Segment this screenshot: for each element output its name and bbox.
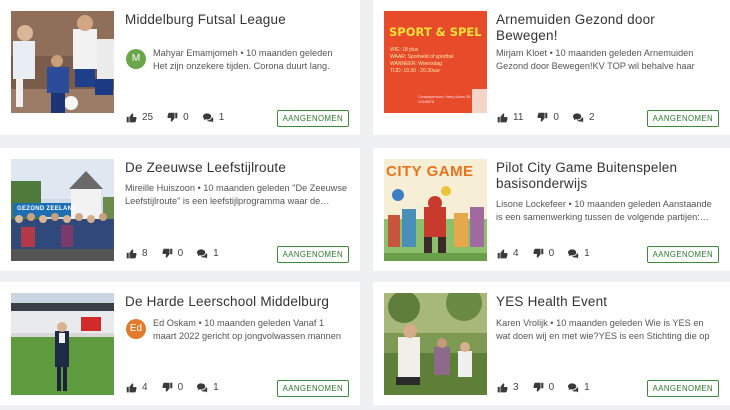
comments-icon bbox=[568, 248, 579, 258]
comment-count[interactable]: 2 bbox=[572, 112, 595, 123]
timestamp: 10 maanden geleden bbox=[204, 318, 291, 328]
author-name[interactable]: Ed Oskam bbox=[153, 318, 196, 328]
comment-count[interactable]: 1 bbox=[197, 248, 219, 259]
comments-icon bbox=[202, 112, 213, 122]
thumbs-down-icon bbox=[532, 382, 543, 392]
author-name[interactable]: Mireille Huiszoon bbox=[125, 183, 195, 193]
thumbs-up-icon bbox=[497, 382, 508, 392]
poster-heading: SPORT & SPEL bbox=[389, 25, 482, 39]
poster-footer: Contactpersoon: Harry Aukes 06-12345678 bbox=[418, 95, 472, 104]
timestamp: 10 maanden geleden bbox=[246, 48, 333, 58]
status-badge: AANGENOMEN bbox=[646, 246, 719, 263]
card-meta: Ed Oskam • 10 maanden geleden Vanaf 1 ma… bbox=[153, 317, 348, 343]
author-name[interactable]: Mahyar Emamjomeh bbox=[153, 48, 238, 58]
card-stats: 25 0 1 bbox=[126, 110, 238, 124]
poster-line: TIJD: 19.30 - 20.30uur bbox=[390, 68, 441, 74]
card-title[interactable]: YES Health Event bbox=[496, 294, 720, 310]
status-badge: AANGENOMEN bbox=[646, 110, 719, 127]
comments-icon bbox=[197, 248, 208, 258]
timestamp: 10 maanden geleden bbox=[556, 318, 643, 328]
dislike-count[interactable]: 0 bbox=[161, 248, 183, 259]
thumbs-up-icon bbox=[497, 248, 508, 258]
card-title[interactable]: Arnemuiden Gezond door Bewegen! bbox=[496, 12, 720, 44]
futsal-photo bbox=[11, 11, 114, 113]
thumbs-up-icon bbox=[126, 248, 137, 258]
dislike-count[interactable]: 0 bbox=[161, 382, 183, 393]
like-count[interactable]: 4 bbox=[126, 382, 148, 393]
poster-line: WANNEER: Woensdag bbox=[390, 61, 442, 67]
status-badge: AANGENOMEN bbox=[646, 380, 719, 397]
avatar: M bbox=[126, 49, 146, 69]
comment-count[interactable]: 1 bbox=[568, 382, 590, 393]
card-title[interactable]: De Harde Leerschool Middelburg bbox=[125, 294, 350, 310]
card-stats: 11 0 2 bbox=[497, 110, 609, 124]
thumbs-down-icon bbox=[161, 382, 172, 392]
comment-count[interactable]: 1 bbox=[568, 248, 590, 259]
thumbs-up-icon bbox=[126, 112, 137, 122]
card-thumbnail[interactable] bbox=[11, 293, 114, 395]
card-stats: 8 0 1 bbox=[126, 246, 233, 260]
idea-card[interactable]: SPORT & SPEL WIE: 18 plus WAAR: Sportvel… bbox=[373, 0, 730, 135]
dislike-count[interactable]: 0 bbox=[532, 382, 554, 393]
card-thumbnail[interactable]: CITY GAME bbox=[384, 159, 487, 261]
comments-icon bbox=[197, 382, 208, 392]
author-name[interactable]: Mirjam Kloet bbox=[496, 48, 547, 58]
idea-card[interactable]: Middelburg Futsal League M Mahyar Emamjo… bbox=[0, 0, 360, 135]
timestamp: 10 maanden geleden bbox=[203, 183, 290, 193]
excerpt: Het zijn onzekere tijden. Corona duurt l… bbox=[153, 60, 330, 71]
thumbs-up-icon bbox=[126, 382, 137, 392]
status-badge: AANGENOMEN bbox=[276, 246, 349, 263]
timestamp: 10 maanden geleden bbox=[555, 48, 642, 58]
timestamp: 10 maanden geleden bbox=[574, 199, 661, 209]
card-stats: 3 0 1 bbox=[497, 380, 604, 394]
comment-count[interactable]: 1 bbox=[202, 112, 224, 123]
card-thumbnail[interactable] bbox=[11, 11, 114, 113]
card-title[interactable]: Middelburg Futsal League bbox=[125, 12, 350, 28]
like-count[interactable]: 25 bbox=[126, 112, 153, 123]
comments-icon bbox=[568, 382, 579, 392]
outdoor-event-photo bbox=[384, 293, 487, 395]
comments-icon bbox=[572, 112, 584, 122]
thumbs-down-icon bbox=[167, 112, 178, 122]
thumbs-down-icon bbox=[537, 112, 548, 122]
card-thumbnail[interactable] bbox=[384, 293, 487, 395]
card-meta: Karen Vrolijk • 10 maanden geleden Wie i… bbox=[496, 317, 718, 343]
card-thumbnail[interactable]: GEZOND ZEELAND bbox=[11, 159, 114, 261]
author-name[interactable]: Lisone Lockefeer bbox=[496, 199, 566, 209]
thumbs-up-icon bbox=[497, 112, 508, 122]
thumbs-down-icon bbox=[161, 248, 172, 258]
banner-text: GEZOND ZEELAND bbox=[17, 206, 77, 212]
like-count[interactable]: 8 bbox=[126, 248, 148, 259]
card-meta: Lisone Lockefeer • 10 maanden geleden Aa… bbox=[496, 199, 712, 222]
dislike-count[interactable]: 0 bbox=[167, 112, 189, 123]
idea-card[interactable]: GEZOND ZEELAND De Zeeuwse Leefstijlroute… bbox=[0, 148, 360, 271]
card-meta: Mirjam Kloet • 10 maanden geleden Arnemu… bbox=[496, 47, 718, 73]
dislike-count[interactable]: 0 bbox=[532, 248, 554, 259]
thumbs-down-icon bbox=[532, 248, 543, 258]
like-count[interactable]: 4 bbox=[497, 248, 519, 259]
poster-line: WAAR: Sportveld of sporthal bbox=[390, 54, 454, 60]
like-count[interactable]: 11 bbox=[497, 112, 523, 123]
card-thumbnail[interactable]: SPORT & SPEL WIE: 18 plus WAAR: Sportvel… bbox=[384, 11, 487, 113]
card-meta: Mahyar Emamjomeh • 10 maanden geleden He… bbox=[153, 47, 348, 73]
card-meta: Mireille Huiszoon • 10 maanden geleden "… bbox=[125, 183, 348, 206]
card-stats: 4 0 1 bbox=[497, 246, 604, 260]
status-badge: AANGENOMEN bbox=[276, 110, 349, 127]
card-stats: 4 0 1 bbox=[126, 380, 233, 394]
like-count[interactable]: 3 bbox=[497, 382, 519, 393]
dislike-count[interactable]: 0 bbox=[537, 112, 559, 123]
comment-count[interactable]: 1 bbox=[197, 382, 219, 393]
status-badge: AANGENOMEN bbox=[276, 380, 349, 397]
avatar: Ed bbox=[126, 319, 146, 339]
poster-line: WIE: 18 plus bbox=[390, 47, 419, 53]
card-title[interactable]: Pilot City Game Buitenspelen basisonderw… bbox=[496, 160, 720, 192]
author-name[interactable]: Karen Vrolijk bbox=[496, 318, 548, 328]
idea-card[interactable]: YES Health Event Karen Vrolijk • 10 maan… bbox=[373, 282, 730, 405]
stadium-photo bbox=[11, 293, 114, 395]
idea-card[interactable]: De Harde Leerschool Middelburg Ed Ed Osk… bbox=[0, 282, 360, 405]
idea-card[interactable]: CITY GAME Pilot City Game Buitenspelen b… bbox=[373, 148, 730, 271]
game-title: CITY GAME bbox=[386, 163, 474, 180]
card-title[interactable]: De Zeeuwse Leefstijlroute bbox=[125, 160, 350, 176]
